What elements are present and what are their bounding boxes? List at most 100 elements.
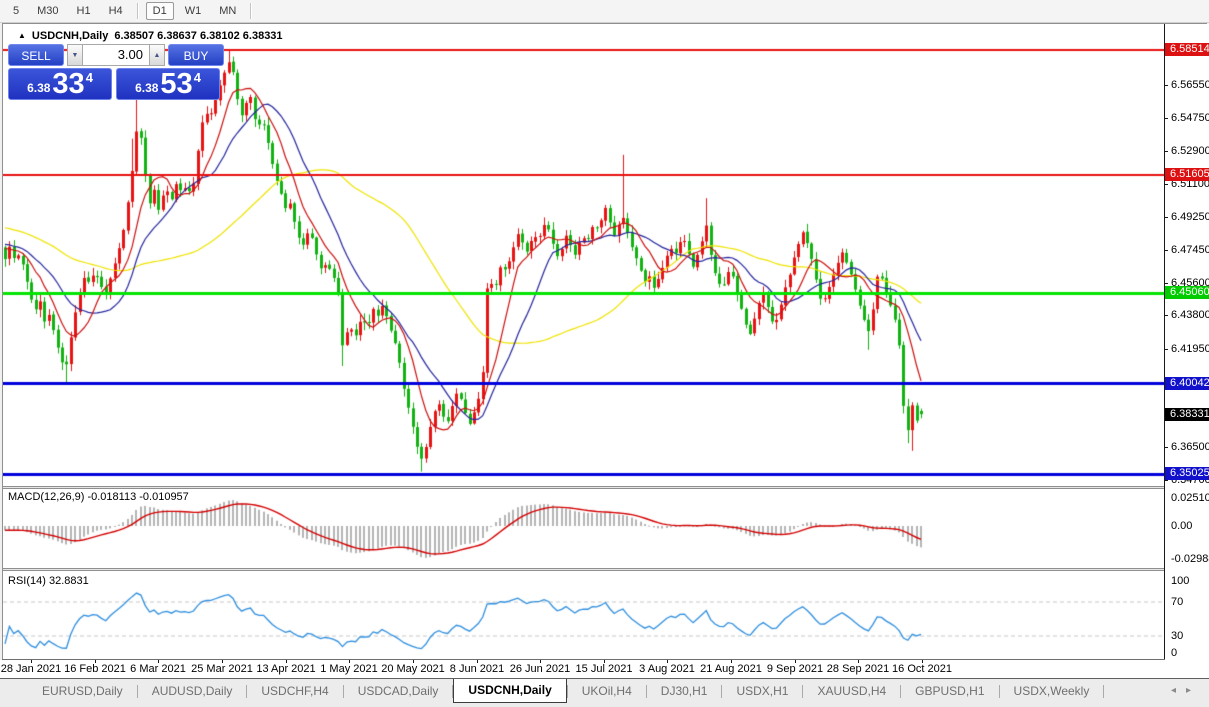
date-label: 26 Jun 2021 xyxy=(509,663,571,675)
date-label: 25 Mar 2021 xyxy=(191,663,253,675)
toolbar-separator xyxy=(250,3,253,19)
date-label: 20 May 2021 xyxy=(381,663,445,675)
price-tick-label: 6.43800 xyxy=(1164,310,1209,321)
volume-increase-button[interactable]: ▲ xyxy=(149,44,165,66)
timeframe-button-5[interactable]: 5 xyxy=(6,2,26,20)
price-tick-label: 6.56550 xyxy=(1164,80,1209,91)
tick-mark xyxy=(1164,447,1168,449)
symbol-tab-dj30[interactable]: DJ30,H1 xyxy=(647,680,722,702)
chart-ohlc-values: 6.38507 6.38637 6.38102 6.38331 xyxy=(114,30,283,42)
date-label: 9 Sep 2021 xyxy=(766,663,824,675)
indicator-axis-label: 0.025108 xyxy=(1171,492,1209,504)
sell-price-big: 33 xyxy=(52,68,85,100)
pane-splitter[interactable] xyxy=(3,486,1164,489)
buy-button[interactable]: BUY xyxy=(168,44,224,66)
symbol-tab-gbpusd[interactable]: GBPUSD,H1 xyxy=(901,680,998,702)
tab-navigation: ◂▸ xyxy=(1171,685,1201,696)
chart-tab-bar: EURUSD,Daily AUDUSD,Daily USDCHF,H4 USDCAD,… xyxy=(0,678,1209,707)
tab-separator xyxy=(1103,684,1105,698)
sell-price-sup: 4 xyxy=(85,70,93,85)
rsi-indicator-pane[interactable] xyxy=(3,571,1164,658)
price-badge: 6.51605 xyxy=(1165,168,1209,182)
indicator-axis-label: 0 xyxy=(1171,647,1178,659)
tick-mark xyxy=(1164,315,1168,317)
indicator-axis-label: 0.00 xyxy=(1171,520,1193,532)
collapse-icon[interactable]: ▲ xyxy=(18,32,26,40)
pane-splitter[interactable] xyxy=(3,568,1164,571)
symbol-tab-usdcad[interactable]: USDCAD,Daily xyxy=(344,680,453,702)
spinner-up-icon: ▲ xyxy=(153,51,161,59)
rsi-label: RSI(14) 32.8831 xyxy=(8,575,89,587)
timeframe-button-mn[interactable]: MN xyxy=(212,2,243,20)
toolbar-separator xyxy=(136,3,139,19)
volume-decrease-button[interactable]: ▼ xyxy=(67,44,83,66)
date-label: 15 Jul 2021 xyxy=(575,663,633,675)
price-tick-label: 6.41950 xyxy=(1164,343,1209,355)
price-badge: 6.58514 xyxy=(1165,43,1209,57)
indicator-axis-label: -0.029881 xyxy=(1171,553,1209,566)
price-badge: 6.38331 xyxy=(1165,407,1209,421)
symbol-tab-eurusd[interactable]: EURUSD,Daily xyxy=(28,680,137,702)
tick-mark xyxy=(1164,151,1168,153)
timeframe-toolbar: 5 M30 H1 H4 D1 W1 MN xyxy=(0,0,1209,23)
date-label: 13 Apr 2021 xyxy=(256,663,316,675)
price-tick-label: 6.54750 xyxy=(1164,112,1209,124)
timeframe-button-d1[interactable]: D1 xyxy=(145,2,174,20)
sell-price-prefix: 6.38 xyxy=(27,81,51,95)
spinner-down-icon: ▼ xyxy=(71,51,79,59)
timeframe-button-h1[interactable]: H1 xyxy=(70,2,98,20)
buy-price-big: 53 xyxy=(160,68,193,100)
indicator-axis-label: 30 xyxy=(1171,630,1184,642)
buy-price-prefix: 6.38 xyxy=(135,81,159,95)
volume-control: ▼ 3.00 ▲ xyxy=(67,44,165,66)
volume-input[interactable]: 3.00 xyxy=(83,44,149,66)
price-badge: 6.40042 xyxy=(1165,376,1209,390)
sell-price-display[interactable]: 6.38 33 4 xyxy=(8,68,112,100)
symbol-tab-usdx[interactable]: USDX,H1 xyxy=(722,680,802,702)
date-label: 16 Feb 2021 xyxy=(64,663,126,675)
timeframe-button-m30[interactable]: M30 xyxy=(30,2,65,20)
chart-title: ▲ USDCNH,Daily 6.38507 6.38637 6.38102 6… xyxy=(18,29,283,43)
timeframe-button-h4[interactable]: H4 xyxy=(102,2,130,20)
buy-price-sup: 4 xyxy=(193,70,201,85)
date-label: 6 Mar 2021 xyxy=(130,663,186,675)
date-label: 28 Sep 2021 xyxy=(826,663,890,675)
macd-label: MACD(12,26,9) -0.018113 -0.010957 xyxy=(8,491,189,503)
one-click-trading-panel: SELL ▼ 3.00 ▲ BUY 6.38 33 4 6.38 53 4 xyxy=(8,44,224,100)
tick-mark xyxy=(1164,117,1168,119)
symbol-tab-xauusd[interactable]: XAUUSD,H4 xyxy=(803,680,900,702)
symbol-tab-usdchf[interactable]: USDCHF,H4 xyxy=(247,680,342,702)
date-label: 8 Jun 2021 xyxy=(449,663,505,675)
trading-terminal-window: 5 M30 H1 H4 D1 W1 MN ▲ USDCNH,Daily 6.38507 6.… xyxy=(0,0,1209,707)
price-tick-label: 6.47450 xyxy=(1164,244,1209,256)
date-label: 28 Jan 2021 xyxy=(0,663,62,675)
date-label: 16 Oct 2021 xyxy=(892,663,952,675)
timeframe-button-w1[interactable]: W1 xyxy=(178,2,209,20)
symbol-tab-audusd[interactable]: AUDUSD,Daily xyxy=(138,680,247,702)
tabs-scroll-left-icon[interactable]: ◂ xyxy=(1171,685,1186,696)
price-tick-label: 6.49250 xyxy=(1164,212,1209,223)
indicator-axis-label: 100 xyxy=(1171,575,1190,587)
tick-mark xyxy=(1164,249,1168,251)
chart-symbol-title: USDCNH,Daily xyxy=(31,30,109,42)
tick-mark xyxy=(1164,217,1168,219)
tick-mark xyxy=(1164,282,1168,284)
symbol-tab-usdx[interactable]: USDX,Weekly xyxy=(1000,680,1104,702)
price-badge: 6.45060 xyxy=(1165,286,1209,300)
date-label: 3 Aug 2021 xyxy=(639,663,695,675)
date-label: 1 May 2021 xyxy=(320,663,378,675)
buy-price-display[interactable]: 6.38 53 4 xyxy=(116,68,220,100)
indicator-axis-label: 70 xyxy=(1171,596,1184,608)
tabs-scroll-right-icon[interactable]: ▸ xyxy=(1186,685,1201,696)
sell-button[interactable]: SELL xyxy=(8,44,64,66)
symbol-tab-ukoil[interactable]: UKOil,H4 xyxy=(568,680,646,702)
price-badge: 6.35025 xyxy=(1165,467,1209,481)
date-axis: 28 Jan 2021 16 Feb 2021 6 Mar 2021 25 Mar 2… xyxy=(0,660,1209,678)
price-tick-label: 6.36500 xyxy=(1164,442,1209,453)
tick-mark xyxy=(1164,183,1168,185)
tick-mark xyxy=(1164,85,1168,87)
tick-mark xyxy=(1164,348,1168,350)
chart-tabs: EURUSD,Daily AUDUSD,Daily USDCHF,H4 USDCAD,… xyxy=(28,679,1105,703)
date-label: 21 Aug 2021 xyxy=(700,663,762,675)
symbol-tab-usdcnh[interactable]: USDCNH,Daily xyxy=(453,679,567,703)
